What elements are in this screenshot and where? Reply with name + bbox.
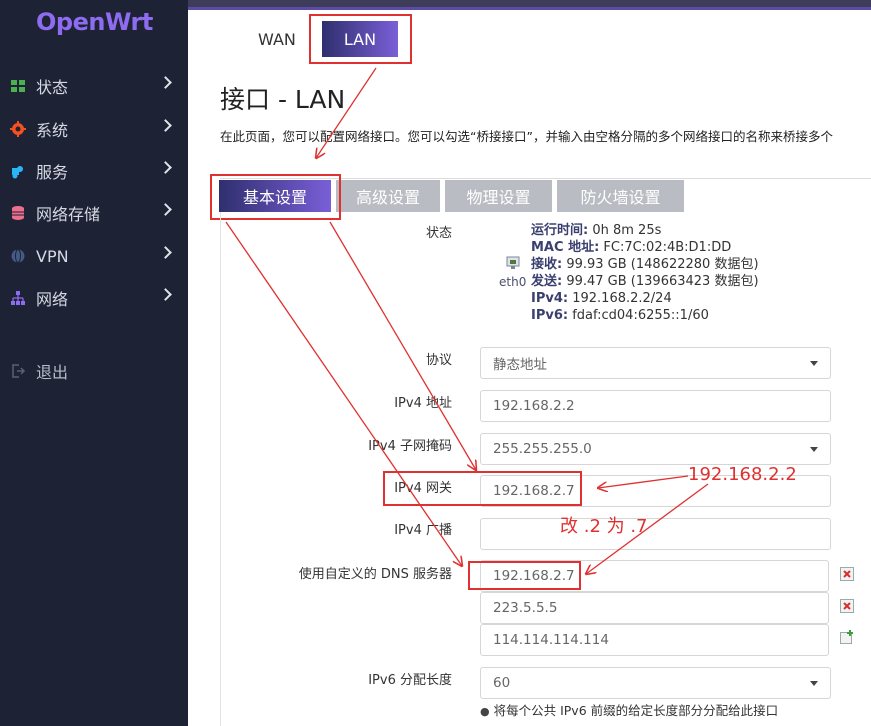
remove-dns-icon[interactable] — [840, 567, 854, 581]
network-icon — [10, 290, 26, 306]
sidebar-item-logout[interactable]: 退出 — [0, 351, 188, 391]
tab-firewall-settings[interactable]: 防火墙设置 — [557, 180, 684, 212]
annotation-box-dns — [468, 561, 581, 590]
status-ipv6: IPv6: fdaf:cd04:6255::1/60 — [531, 308, 709, 323]
page-title: 接口 - LAN — [220, 85, 346, 114]
tab-physical-settings[interactable]: 物理设置 — [445, 180, 552, 212]
caret-down-icon — [810, 361, 818, 366]
chevron-right-icon — [159, 161, 172, 174]
globe-icon — [10, 248, 26, 264]
chevron-right-icon — [159, 288, 172, 301]
panel-border — [220, 212, 221, 726]
hint-text: 将每个公共 IPv6 前缀的给定长度部分分配给此接口 — [493, 703, 779, 718]
caret-down-icon — [810, 681, 818, 686]
status-mac: MAC 地址: FC:7C:02:4B:D1:DD — [531, 240, 732, 255]
remove-dns-icon[interactable] — [840, 599, 854, 613]
dns-input-2[interactable]: 223.5.5.5 — [480, 592, 829, 624]
status-label: 状态 — [425, 226, 452, 241]
status-ipv4: IPv4: 192.168.2.2/24 — [531, 291, 672, 306]
sidebar-item-services[interactable]: 服务 — [0, 151, 188, 191]
dashboard-icon — [10, 78, 26, 94]
logout-icon — [10, 363, 26, 379]
sidebar-item-label: 网络 — [36, 290, 69, 309]
status-tx: 发送: 99.47 GB (139663423 数据包) — [531, 274, 759, 289]
sidebar-item-network[interactable]: 网络 — [0, 278, 188, 318]
broadcast-input[interactable] — [480, 518, 831, 550]
ipv4-address-value: 192.168.2.2 — [493, 398, 575, 414]
ipv6-length-hint: ● 将每个公共 IPv6 前缀的给定长度部分分配给此接口 — [480, 700, 778, 719]
ipv4-address-label: IPv4 地址 — [394, 396, 452, 411]
sidebar-item-vpn[interactable]: VPN — [0, 236, 188, 276]
ethernet-port-icon — [506, 256, 520, 269]
sidebar-item-label: 系统 — [36, 121, 69, 140]
top-bar — [188, 0, 871, 10]
sidebar-item-status[interactable]: 状态 — [0, 66, 188, 106]
dns-value-2: 223.5.5.5 — [493, 600, 558, 616]
chevron-right-icon — [159, 76, 172, 89]
tab-advanced-settings[interactable]: 高级设置 — [336, 180, 440, 212]
database-icon — [10, 205, 26, 221]
caret-down-icon — [810, 447, 818, 452]
app-logo: OpenWrt — [36, 8, 153, 36]
sidebar: OpenWrt 状态 系统 服务 网络存储 VPN 网络 退出 — [0, 0, 188, 726]
chevron-right-icon — [159, 203, 172, 216]
ipv6-length-value: 60 — [493, 675, 511, 691]
netmask-select[interactable]: 255.255.255.0 — [480, 433, 831, 465]
protocol-label: 协议 — [425, 353, 452, 368]
status-details: 运行时间: 0h 8m 25s MAC 地址: FC:7C:02:4B:D1:D… — [531, 222, 759, 324]
netmask-label: IPv4 子网掩码 — [368, 439, 452, 454]
status-uptime: 运行时间: 0h 8m 25s — [531, 223, 662, 238]
gear-icon — [10, 121, 26, 137]
annotation-box-basic-tab — [210, 174, 341, 220]
sidebar-item-label: 状态 — [36, 78, 69, 97]
sidebar-item-storage[interactable]: 网络存储 — [0, 193, 188, 233]
annotation-box-gateway — [383, 471, 582, 506]
chevron-right-icon — [159, 119, 172, 132]
sidebar-item-label: 服务 — [36, 163, 69, 182]
chevron-right-icon — [159, 246, 172, 259]
puzzle-icon — [10, 163, 26, 179]
ipv6-length-select[interactable]: 60 — [480, 667, 831, 699]
annotation-ip-note: 192.168.2.2 — [688, 464, 797, 485]
annotation-change-note: 改 .2 为 .7 — [560, 516, 648, 537]
dns-input-3[interactable]: 114.114.114.114 — [480, 624, 829, 656]
status-rx: 接收: 99.93 GB (148622280 数据包) — [531, 257, 759, 272]
annotation-box-lan — [309, 14, 412, 64]
sidebar-item-label: 网络存储 — [36, 205, 101, 224]
ipv4-address-input[interactable]: 192.168.2.2 — [480, 390, 831, 422]
netmask-value: 255.255.255.0 — [493, 441, 592, 457]
sidebar-item-label: VPN — [36, 246, 69, 266]
page-description: 在此页面，您可以配置网络接口。您可以勾选“桥接接口”，并输入由空格分隔的多个网络… — [220, 129, 833, 144]
broadcast-label: IPv4 广播 — [394, 523, 452, 538]
dns-value-3: 114.114.114.114 — [493, 632, 609, 648]
ipv6-length-label: IPv6 分配长度 — [368, 673, 452, 688]
protocol-select[interactable]: 静态地址 — [480, 347, 831, 379]
interface-name: eth0 — [499, 275, 527, 289]
dns-label: 使用自定义的 DNS 服务器 — [298, 567, 452, 582]
info-icon: ● — [480, 705, 490, 718]
protocol-value: 静态地址 — [493, 357, 547, 373]
tab-wan[interactable]: WAN — [258, 30, 296, 49]
sidebar-item-system[interactable]: 系统 — [0, 109, 188, 149]
add-dns-icon[interactable] — [840, 630, 854, 644]
sidebar-item-label: 退出 — [36, 363, 69, 382]
arrow-tab-to-gateway — [329, 221, 476, 470]
